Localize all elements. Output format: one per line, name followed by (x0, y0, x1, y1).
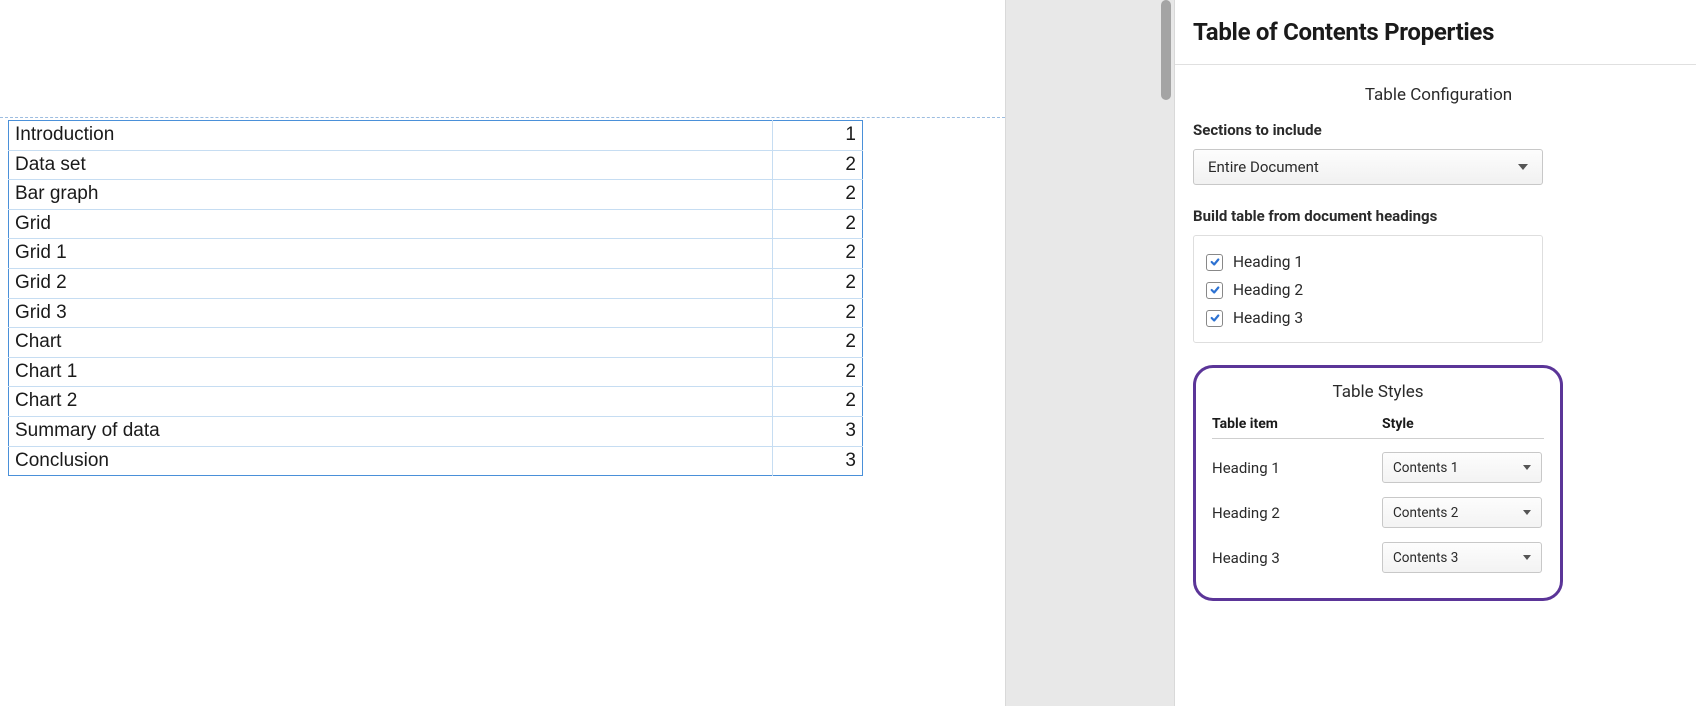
chevron-down-icon (1523, 465, 1531, 470)
toc-entry-title: Introduction (9, 121, 773, 151)
style-select[interactable]: Contents 3 (1382, 542, 1542, 573)
toc-row[interactable]: Chart 22 (9, 387, 863, 417)
toc-entry-title: Grid 2 (9, 268, 773, 298)
toc-entry-page: 2 (773, 387, 863, 417)
styles-header-item: Table item (1212, 416, 1382, 432)
toc-row[interactable]: Introduction1 (9, 121, 863, 151)
toc-entry-page: 1 (773, 121, 863, 151)
sections-include-value: Entire Document (1208, 158, 1319, 176)
toc-entry-title: Grid 3 (9, 298, 773, 328)
panel-title: Table of Contents Properties (1193, 18, 1684, 64)
scrollbar-handle[interactable] (1161, 0, 1171, 100)
table-styles-box: Table Styles Table item Style Heading 1 C… (1193, 365, 1563, 601)
toc-row[interactable]: Conclusion3 (9, 446, 863, 476)
checkmark-icon (1210, 313, 1220, 323)
styles-header-style: Style (1382, 416, 1544, 432)
sections-include-select[interactable]: Entire Document (1193, 149, 1543, 185)
toc-table[interactable]: Introduction1Data set2Bar graph2Grid2Gri… (8, 120, 863, 476)
sections-include-label: Sections to include (1193, 121, 1684, 139)
document-canvas: Introduction1Data set2Bar graph2Grid2Gri… (0, 0, 1005, 706)
toc-entry-title: Chart 2 (9, 387, 773, 417)
checkbox-label: Heading 2 (1233, 281, 1303, 299)
toc-entry-title: Summary of data (9, 416, 773, 446)
scroll-gutter (1005, 0, 1175, 706)
toc-entry-page: 2 (773, 180, 863, 210)
style-item-label: Heading 1 (1212, 459, 1382, 477)
panel-divider (1175, 64, 1696, 65)
toc-entry-title: Data set (9, 150, 773, 180)
page-break-indicator (0, 117, 1005, 118)
properties-panel: Table of Contents Properties Table Confi… (1175, 0, 1696, 706)
toc-entry-page: 2 (773, 239, 863, 269)
toc-entry-page: 2 (773, 268, 863, 298)
style-mapping-row: Heading 1 Contents 1 (1212, 445, 1544, 490)
style-select-value: Contents 3 (1393, 550, 1458, 566)
toc-entry-page: 2 (773, 298, 863, 328)
style-select[interactable]: Contents 2 (1382, 497, 1542, 528)
toc-entry-page: 2 (773, 328, 863, 358)
checkmark-icon (1210, 285, 1220, 295)
toc-entry-title: Grid 1 (9, 239, 773, 269)
checkmark-icon (1210, 257, 1220, 267)
style-item-label: Heading 3 (1212, 549, 1382, 567)
toc-row[interactable]: Chart 12 (9, 357, 863, 387)
chevron-down-icon (1523, 510, 1531, 515)
style-mapping-row: Heading 2 Contents 2 (1212, 490, 1544, 535)
toc-entry-page: 2 (773, 209, 863, 239)
toc-row[interactable]: Chart2 (9, 328, 863, 358)
toc-entry-page: 2 (773, 357, 863, 387)
toc-row[interactable]: Summary of data3 (9, 416, 863, 446)
headings-checklist: Heading 1 Heading 2 Heading 3 (1193, 235, 1543, 343)
toc-entry-title: Grid (9, 209, 773, 239)
toc-entry-title: Conclusion (9, 446, 773, 476)
checkbox[interactable] (1206, 310, 1223, 327)
toc-row[interactable]: Grid 32 (9, 298, 863, 328)
toc-entry-title: Chart (9, 328, 773, 358)
styles-header-row: Table item Style (1212, 416, 1544, 439)
checkbox-label: Heading 1 (1233, 253, 1303, 271)
toc-entry-page: 3 (773, 446, 863, 476)
chevron-down-icon (1518, 164, 1528, 170)
checkbox[interactable] (1206, 254, 1223, 271)
heading-checkbox-row[interactable]: Heading 1 (1206, 248, 1530, 276)
style-select-value: Contents 1 (1393, 460, 1458, 476)
toc-entry-page: 3 (773, 416, 863, 446)
style-mapping-row: Heading 3 Contents 3 (1212, 535, 1544, 580)
toc-entry-title: Chart 1 (9, 357, 773, 387)
toc-row[interactable]: Grid 22 (9, 268, 863, 298)
checkbox-label: Heading 3 (1233, 309, 1303, 327)
style-item-label: Heading 2 (1212, 504, 1382, 522)
checkbox[interactable] (1206, 282, 1223, 299)
style-select-value: Contents 2 (1393, 505, 1458, 521)
build-from-headings-label: Build table from document headings (1193, 207, 1684, 225)
heading-checkbox-row[interactable]: Heading 3 (1206, 304, 1530, 332)
toc-row[interactable]: Data set2 (9, 150, 863, 180)
section-title-styles: Table Styles (1212, 382, 1544, 402)
toc-entry-title: Bar graph (9, 180, 773, 210)
heading-checkbox-row[interactable]: Heading 2 (1206, 276, 1530, 304)
toc-row[interactable]: Grid2 (9, 209, 863, 239)
chevron-down-icon (1523, 555, 1531, 560)
style-select[interactable]: Contents 1 (1382, 452, 1542, 483)
toc-row[interactable]: Grid 12 (9, 239, 863, 269)
toc-entry-page: 2 (773, 150, 863, 180)
toc-row[interactable]: Bar graph2 (9, 180, 863, 210)
section-title-config: Table Configuration (1193, 85, 1684, 105)
